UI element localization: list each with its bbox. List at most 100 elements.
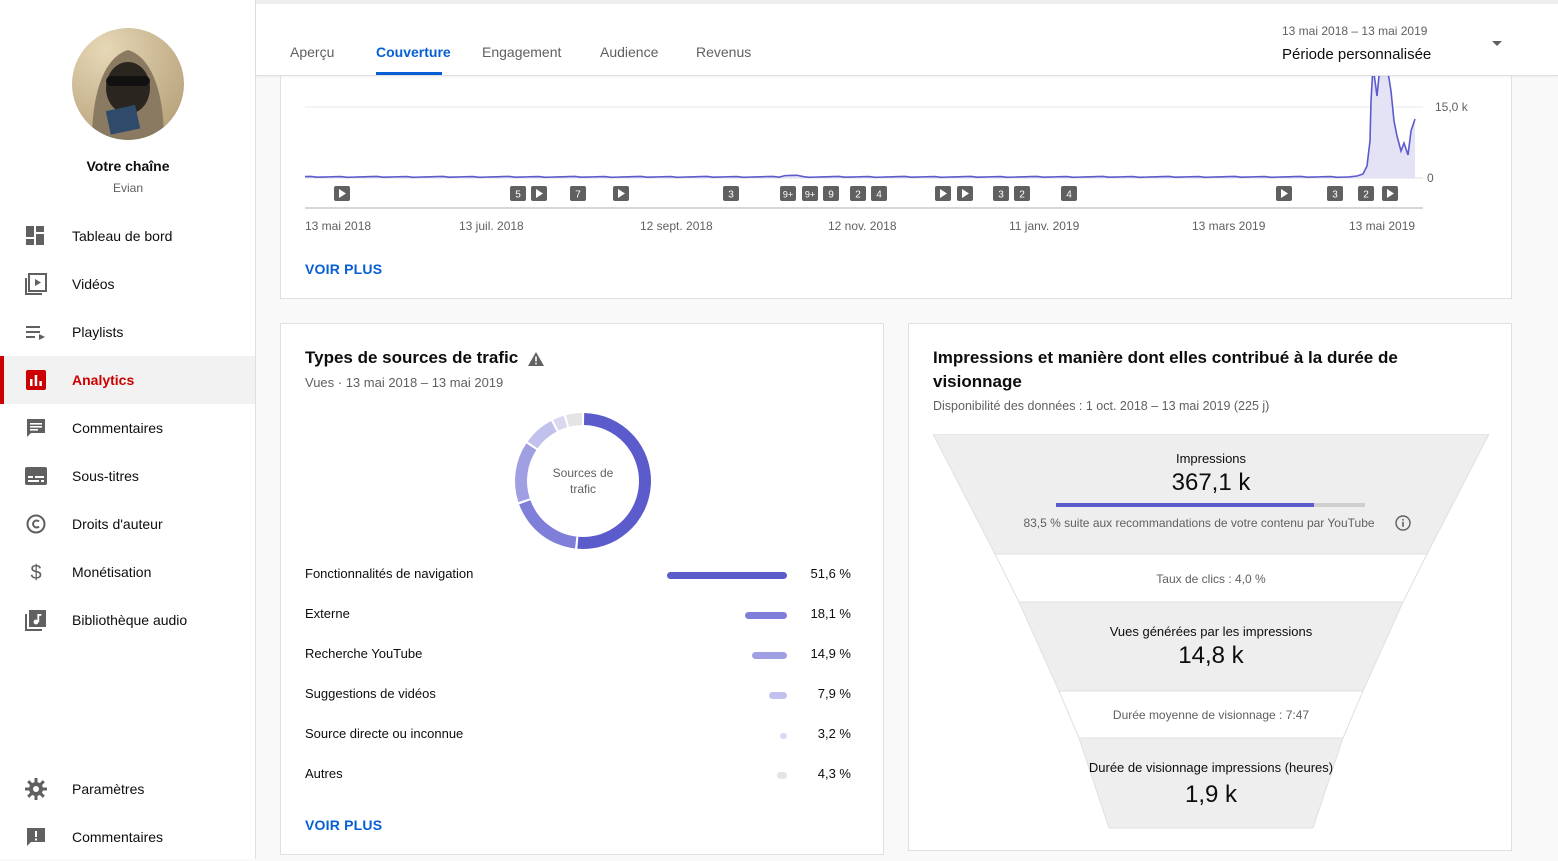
- x-tick-label: 11 janv. 2019: [1009, 219, 1080, 233]
- x-axis-ticks: 13 mai 2018 13 juil. 2018 12 sept. 2018 12 …: [305, 219, 1415, 233]
- video-marker-count[interactable]: 2: [1014, 186, 1030, 201]
- video-marker-play[interactable]: [531, 186, 547, 201]
- donut-center-label: Sources de trafic: [508, 465, 658, 497]
- traffic-source-row: Suggestions de vidéos 7,9 %: [305, 686, 861, 706]
- sidebar-item-label: Paramètres: [72, 781, 145, 797]
- chevron-down-icon[interactable]: [1492, 41, 1502, 46]
- sidebar-item-subtitles[interactable]: Sous-titres: [0, 452, 255, 500]
- video-marker-count[interactable]: 3: [993, 186, 1009, 201]
- views-value: 14,8 k: [1178, 642, 1244, 669]
- traffic-source-percent: 18,1 %: [810, 606, 851, 621]
- video-marker-count[interactable]: 3: [1327, 186, 1343, 201]
- video-marker-count[interactable]: 9: [823, 186, 839, 201]
- traffic-source-bar: [752, 652, 787, 659]
- video-marker-play[interactable]: [957, 186, 973, 201]
- period-selector[interactable]: Période personnalisée: [1282, 46, 1431, 63]
- video-marker-count[interactable]: 9+: [802, 186, 818, 201]
- traffic-source-name: Source directe ou inconnue: [305, 726, 464, 741]
- videos-icon: [24, 272, 48, 296]
- svg-text:3: 3: [1332, 190, 1338, 201]
- traffic-source-bar: [745, 612, 787, 619]
- video-marker-play[interactable]: [935, 186, 951, 201]
- sidebar-item-settings[interactable]: Paramètres: [0, 765, 255, 813]
- video-marker-count[interactable]: 2: [1358, 186, 1374, 201]
- video-marker-count[interactable]: 7: [570, 186, 586, 201]
- video-marker-play[interactable]: [1276, 186, 1292, 201]
- donut-center-line: trafic: [569, 482, 596, 496]
- traffic-source-row: Fonctionnalités de navigation 51,6 %: [305, 566, 861, 586]
- avatar[interactable]: [72, 28, 184, 140]
- impressions-label: Impressions: [1175, 451, 1247, 466]
- video-marker-count[interactable]: 4: [871, 186, 887, 201]
- views-label: Vues générées par les impressions: [1109, 624, 1313, 639]
- sidebar-item-feedback[interactable]: Commentaires: [0, 813, 255, 861]
- sidebar-item-dashboard[interactable]: Tableau de bord: [0, 212, 255, 260]
- voir-plus-link[interactable]: VOIR PLUS: [305, 817, 382, 833]
- info-icon[interactable]: [1395, 515, 1411, 536]
- sidebar-item-label: Analytics: [72, 372, 135, 388]
- sidebar-item-label: Commentaires: [72, 829, 164, 845]
- tab-revenus[interactable]: Revenus: [696, 44, 751, 60]
- sidebar-item-label: Monétisation: [72, 564, 152, 580]
- video-marker-count[interactable]: 5: [510, 186, 526, 201]
- traffic-source-bar: [667, 572, 787, 579]
- video-marker-play[interactable]: [613, 186, 629, 201]
- tab-engagement[interactable]: Engagement: [482, 44, 561, 60]
- analytics-icon: [24, 368, 48, 392]
- video-marker-count[interactable]: 3: [723, 186, 739, 201]
- svg-text:2: 2: [1019, 190, 1025, 201]
- traffic-source-name: Externe: [305, 606, 350, 621]
- traffic-source-name: Fonctionnalités de navigation: [305, 566, 474, 581]
- card-title-line: visionnage: [933, 372, 1022, 391]
- svg-text:3: 3: [728, 190, 734, 201]
- video-marker-count[interactable]: 4: [1061, 186, 1077, 201]
- video-marker-play[interactable]: [1382, 186, 1398, 201]
- ctr-text: Taux de clics : 4,0 %: [1156, 572, 1266, 586]
- tab-audience[interactable]: Audience: [600, 44, 658, 60]
- sidebar-item-audio-library[interactable]: Bibliothèque audio: [0, 596, 255, 644]
- svg-text:2: 2: [1363, 190, 1369, 201]
- traffic-source-bar: [777, 772, 787, 779]
- subtitles-icon: [24, 464, 48, 488]
- sidebar-item-comments[interactable]: Commentaires: [0, 404, 255, 452]
- warning-icon[interactable]: [528, 352, 544, 371]
- traffic-sources-card: Types de sources de trafic Vues · 13 mai…: [280, 323, 884, 855]
- voir-plus-link[interactable]: VOIR PLUS: [305, 261, 382, 277]
- video-marker-count[interactable]: 9+: [780, 186, 796, 201]
- traffic-source-percent: 3,2 %: [817, 726, 851, 741]
- traffic-source-row: Recherche YouTube 14,9 %: [305, 646, 861, 666]
- tab-apercu[interactable]: Aperçu: [290, 44, 334, 60]
- sidebar-item-label: Tableau de bord: [72, 228, 173, 244]
- dashboard-icon: [24, 224, 48, 248]
- views-chart-card: 15,0 k 0 5 7 3 9+ 9+ 9 2 4 3 2 4 3 2 13 mai 2018 13 j…: [280, 70, 1512, 299]
- impressions-value: 367,1 k: [1171, 469, 1251, 496]
- channel-subtitle: Evian: [112, 181, 144, 195]
- sidebar-item-monetization[interactable]: $ Monétisation: [0, 548, 255, 596]
- svg-text:7: 7: [575, 190, 581, 201]
- dollar-icon: $: [24, 560, 48, 584]
- svg-text:$: $: [30, 562, 41, 583]
- traffic-source-percent: 4,3 %: [817, 766, 851, 781]
- sidebar-item-analytics[interactable]: Analytics: [0, 356, 255, 404]
- sidebar-item-videos[interactable]: Vidéos: [0, 260, 255, 308]
- video-marker-count[interactable]: 2: [850, 186, 866, 201]
- views-series-area: [305, 71, 1415, 178]
- sidebar-item-label: Commentaires: [72, 420, 164, 436]
- tab-couverture[interactable]: Couverture: [376, 44, 451, 60]
- sidebar-item-label: Sous-titres: [72, 468, 139, 484]
- card-subtitle: Disponibilité des données : 1 oct. 2018 …: [933, 399, 1270, 413]
- x-tick-label: 12 nov. 2018: [828, 219, 897, 233]
- y-tick-label: 0: [1427, 171, 1434, 185]
- top-header: Aperçu Couverture Engagement Audience Re…: [256, 0, 1558, 76]
- sidebar-item-playlists[interactable]: Playlists: [0, 308, 255, 356]
- sidebar-item-copyright[interactable]: Droits d'auteur: [0, 500, 255, 548]
- sidebar-item-label: Playlists: [72, 324, 124, 340]
- gear-icon: [24, 777, 48, 801]
- donut-slice: [519, 500, 577, 549]
- playlists-icon: [24, 320, 48, 344]
- svg-text:9: 9: [828, 190, 834, 201]
- x-tick-label: 13 mai 2018: [305, 219, 371, 233]
- svg-text:3: 3: [998, 190, 1004, 201]
- video-marker-play[interactable]: [334, 186, 350, 201]
- traffic-source-row: Autres 4,3 %: [305, 766, 861, 786]
